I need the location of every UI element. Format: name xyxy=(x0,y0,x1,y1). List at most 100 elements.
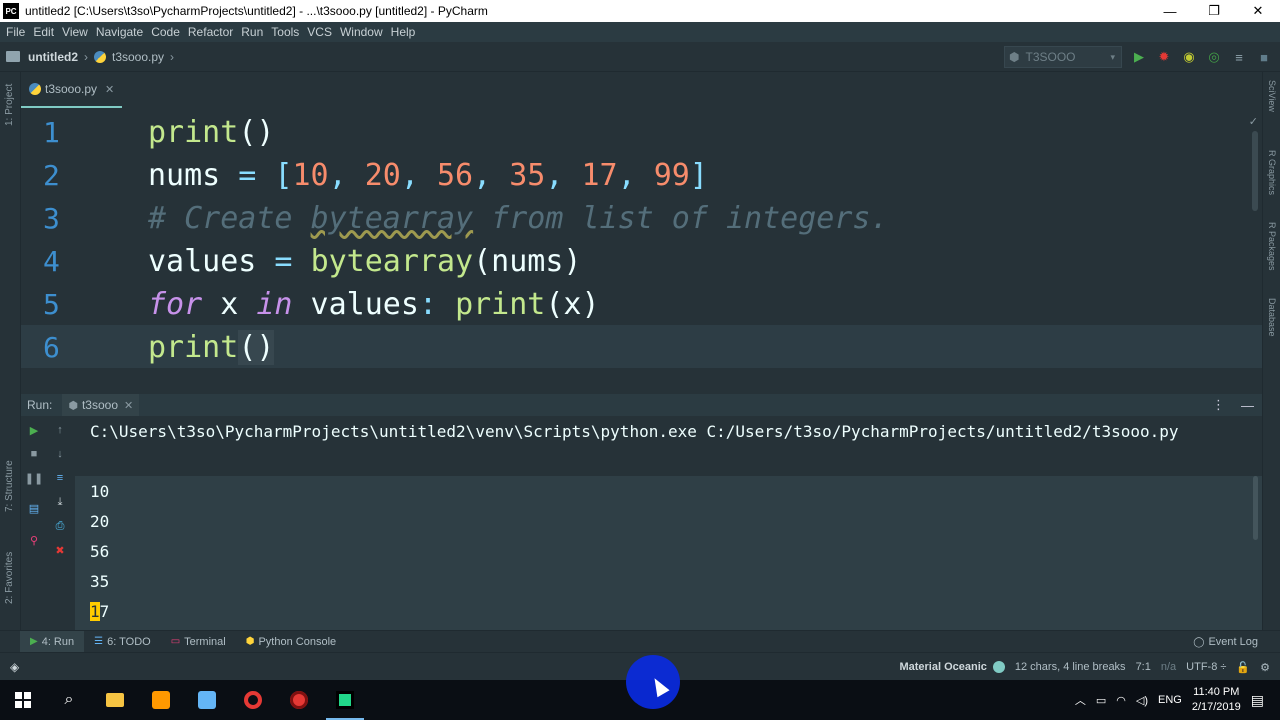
encoding-indicator[interactable]: UTF-8 ÷ xyxy=(1186,661,1226,673)
chevron-up-icon[interactable]: ︿ xyxy=(1075,692,1086,708)
project-tool-button[interactable]: 1: Project xyxy=(4,84,15,126)
run-panel-actions: ⋮ — xyxy=(1212,394,1254,416)
menu-view[interactable]: View xyxy=(60,25,94,39)
restore-button[interactable]: ❐ xyxy=(1192,0,1236,22)
close-window-button[interactable]: ✕ xyxy=(1236,0,1280,22)
taskbar-explorer[interactable] xyxy=(92,680,138,720)
taskbar-pycharm[interactable] xyxy=(322,680,368,720)
hide-panel-icon[interactable]: — xyxy=(1241,398,1254,413)
menu-help[interactable]: Help xyxy=(389,25,422,39)
network-icon[interactable]: ◠ xyxy=(1116,694,1126,707)
more-options-icon[interactable]: ⋮ xyxy=(1212,397,1225,413)
menu-edit[interactable]: Edit xyxy=(31,25,60,39)
arrow-up-icon[interactable]: ↑ xyxy=(52,422,68,438)
event-log-icon: ◯ xyxy=(1193,636,1205,648)
run-configuration-select[interactable]: ⬢ T3SOOO ▾ xyxy=(1004,46,1122,68)
menu-run[interactable]: Run xyxy=(239,25,269,39)
spelling-warning[interactable]: bytearray xyxy=(311,201,474,236)
terminal-icon: ▭ xyxy=(170,636,181,647)
scroll-to-end-icon[interactable]: ⤓ xyxy=(52,494,68,510)
pause-icon[interactable]: ❚❚ xyxy=(25,470,43,486)
r-graphics-tool-button[interactable]: R Graphics xyxy=(1267,150,1277,195)
theme-icon xyxy=(992,661,1005,673)
taskbar-sublime[interactable] xyxy=(138,680,184,720)
taskbar-opera[interactable] xyxy=(230,680,276,720)
line-number: 2 xyxy=(43,159,60,192)
taskbar-notepad[interactable] xyxy=(184,680,230,720)
code-area[interactable]: print() nums = [10, 20, 56, 35, 17, 99] … xyxy=(148,111,1248,372)
code-line: print() xyxy=(148,326,275,369)
lock-icon[interactable]: 🔓 xyxy=(1236,661,1250,674)
profile-icon[interactable]: ◎ xyxy=(1206,49,1222,65)
theme-label: Material Oceanic xyxy=(899,661,987,673)
run-panel-header: Run: ⬢ t3sooo ✕ ⋮ — xyxy=(21,394,1262,416)
stop-icon[interactable]: ■ xyxy=(26,446,42,462)
breadcrumb-project[interactable]: untitled2 xyxy=(28,50,78,64)
pycharm-logo-icon: PC xyxy=(3,3,19,19)
menu-refactor[interactable]: Refactor xyxy=(186,25,239,39)
favorites-tool-button[interactable]: 2: Favorites xyxy=(4,552,15,604)
coverage-icon[interactable]: ◉ xyxy=(1181,49,1197,65)
trash-icon[interactable]: ✖ xyxy=(52,542,68,558)
notifications-icon[interactable]: ▤ xyxy=(1251,692,1264,709)
volume-icon[interactable]: ◁) xyxy=(1136,694,1148,707)
breadcrumb-file[interactable]: t3sooo.py xyxy=(112,50,164,64)
close-tab-icon[interactable]: ✕ xyxy=(105,83,114,96)
caret-position[interactable]: 7:1 xyxy=(1136,661,1151,673)
search-button[interactable]: ⌕ xyxy=(46,680,92,720)
menu-window[interactable]: Window xyxy=(338,25,389,39)
language-indicator[interactable]: ENG xyxy=(1158,694,1182,706)
menu-tools[interactable]: Tools xyxy=(269,25,305,39)
run-tab-t3sooo[interactable]: ⬢ t3sooo ✕ xyxy=(62,394,140,416)
todo-tool-button[interactable]: ☰ 6: TODO xyxy=(84,631,161,653)
git-icon[interactable]: ⚙ xyxy=(1260,661,1270,674)
run-console[interactable]: C:\Users\t3so\PycharmProjects\untitled2\… xyxy=(75,416,1262,630)
structure-tool-button[interactable]: 7: Structure xyxy=(4,460,15,512)
stop-icon[interactable]: ■ xyxy=(1256,49,1272,65)
code-token: : xyxy=(418,287,456,322)
rerun-icon[interactable]: ▶ xyxy=(26,422,42,438)
menu-code[interactable]: Code xyxy=(149,25,186,39)
notepad-icon xyxy=(198,691,216,709)
print-icon[interactable]: ⎙ xyxy=(52,518,68,534)
line-separator-indicator[interactable]: n/a xyxy=(1161,661,1176,673)
editor-tab-t3sooo[interactable]: t3sooo.py ✕ xyxy=(21,72,123,108)
minimize-button[interactable]: — xyxy=(1148,0,1192,22)
run-actions-column-2: ↑ ↓ ≡ ⤓ ⎙ ✖ xyxy=(47,416,75,630)
database-tool-button[interactable]: Database xyxy=(1267,298,1277,337)
pin-icon[interactable]: ⚲ xyxy=(26,532,42,548)
code-editor[interactable]: 1 2 3 4 5 6 print() nums = [10, 20, 56, … xyxy=(21,111,1262,372)
python-console-tool-button[interactable]: ⬢ Python Console xyxy=(236,631,346,653)
close-tab-icon[interactable]: ✕ xyxy=(124,399,133,412)
soft-wrap-icon[interactable]: ≡ xyxy=(52,470,68,486)
python-file-icon xyxy=(29,83,41,95)
arrow-down-icon[interactable]: ↓ xyxy=(52,446,68,462)
battery-icon[interactable]: ▭ xyxy=(1096,694,1106,707)
debug-icon[interactable]: ✹ xyxy=(1156,49,1172,65)
code-token: 20 xyxy=(364,158,401,193)
menu-navigate[interactable]: Navigate xyxy=(94,25,149,39)
code-token: , xyxy=(400,158,437,193)
clock[interactable]: 11:40 PM 2/17/2019 xyxy=(1192,685,1241,715)
event-log-tool-button[interactable]: ◯ Event Log xyxy=(1193,631,1258,653)
sublime-icon xyxy=(152,691,170,709)
r-packages-tool-button[interactable]: R Packages xyxy=(1267,222,1277,271)
console-scrollbar[interactable] xyxy=(1253,476,1258,540)
editor-scrollbar[interactable] xyxy=(1252,131,1258,211)
code-token: () xyxy=(238,115,275,150)
run-tool-button[interactable]: ▶ 4: Run xyxy=(20,630,85,653)
sciview-tool-button[interactable]: SciView xyxy=(1267,80,1277,112)
terminal-tool-button[interactable]: ▭ Terminal xyxy=(161,631,236,653)
layout-icon[interactable]: ▤ xyxy=(26,500,42,516)
taskbar-record[interactable] xyxy=(276,680,322,720)
inspection-ok-icon[interactable]: ✓ xyxy=(1249,115,1258,128)
menu-file[interactable]: File xyxy=(4,25,31,39)
python-file-icon xyxy=(94,50,106,63)
theme-indicator[interactable]: Material Oceanic xyxy=(899,661,1005,673)
menu-vcs[interactable]: VCS xyxy=(305,25,338,39)
layers-icon[interactable]: ◈ xyxy=(10,660,19,674)
concurrency-icon[interactable]: ≡ xyxy=(1231,49,1247,65)
start-button[interactable] xyxy=(0,680,46,720)
run-icon[interactable]: ▶ xyxy=(1131,49,1147,65)
console-output-area xyxy=(75,476,1262,630)
